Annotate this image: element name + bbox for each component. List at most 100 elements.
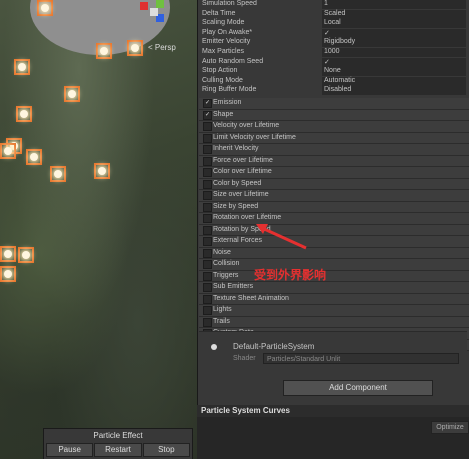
perspective-label[interactable]: < Persp [148,43,176,52]
light-icon[interactable] [18,247,34,263]
property-row: Ring Buffer Mode Disabled [200,86,466,96]
module-checkbox[interactable] [203,225,212,235]
add-component-button[interactable]: Add Component [283,380,433,396]
module-row[interactable]: Force over Lifetime [199,155,469,167]
module-checkbox[interactable] [203,214,212,223]
module-row[interactable]: Color by Speed [199,178,469,190]
light-icon[interactable] [26,149,42,165]
property-label: Culling Mode [202,76,243,84]
property-value[interactable]: Scaled [322,9,466,19]
property-value[interactable]: ✓ [322,57,466,67]
module-checkbox[interactable] [203,306,212,315]
module-checkbox[interactable]: ✓ [203,99,212,108]
property-value[interactable]: Local [322,19,466,29]
property-value[interactable]: 1000 [322,48,466,57]
property-row: Play On Awake* ✓ [200,28,466,38]
light-icon[interactable] [94,163,110,179]
module-checkbox[interactable] [203,191,212,200]
particle-effect-title: Particle Effect [93,431,143,440]
module-checkbox[interactable] [203,202,212,212]
axis-gizmo[interactable] [140,0,180,30]
module-checkbox[interactable]: ✓ [203,110,212,120]
light-icon[interactable] [0,143,16,159]
property-value[interactable]: 1 [322,0,466,9]
light-icon[interactable] [37,0,53,16]
module-checkbox[interactable] [203,156,212,166]
center-axis-icon[interactable] [150,8,158,16]
module-checkbox[interactable] [203,283,212,292]
module-row[interactable]: Velocity over Lifetime [199,121,469,133]
module-row[interactable]: Size over Lifetime [199,190,469,202]
restart-button[interactable]: Restart [94,443,142,457]
x-axis-icon[interactable] [140,2,148,10]
shader-dropdown[interactable]: Particles/Standard Unlit [263,353,459,364]
property-value[interactable]: Rigidbody [322,38,466,48]
module-row[interactable]: External Forces [199,236,469,248]
module-row[interactable]: Limit Velocity over Lifetime [199,132,469,144]
module-label: Noise [213,248,231,256]
property-value[interactable]: Disabled [322,86,466,96]
module-label: Lights [213,306,232,313]
module-checkbox[interactable] [203,237,212,246]
module-checkbox[interactable] [203,260,212,269]
curves-area[interactable] [197,417,469,459]
module-checkbox[interactable] [203,317,212,327]
module-row[interactable]: Sub Emitters [199,282,469,294]
module-row[interactable]: Rotation over Lifetime [199,213,469,225]
module-checkbox[interactable] [203,294,212,304]
pause-button[interactable]: Pause [46,443,94,457]
light-icon[interactable] [64,86,80,102]
module-row[interactable]: Triggers [199,270,469,282]
module-checkbox[interactable] [203,133,212,143]
module-row[interactable]: Collision [199,259,469,271]
module-checkbox[interactable] [203,271,212,281]
module-row[interactable]: Noise [199,247,469,259]
property-value[interactable]: ✓ [322,28,466,38]
property-label: Scaling Mode [202,19,245,27]
property-label: Delta Time [202,9,236,17]
shader-label: Shader [233,355,256,362]
property-label: Auto Random Seed [202,57,264,65]
property-label: Simulation Speed [202,0,257,7]
property-label: Max Particles [202,48,245,55]
light-icon[interactable] [0,246,16,262]
module-checkbox[interactable] [203,179,212,189]
module-label: Emission [213,99,242,106]
module-label: Shape [213,110,234,118]
curves-header[interactable]: Particle System Curves [197,405,469,417]
scene-view[interactable]: < Persp Particle Effect Pause Restart St… [0,0,197,459]
light-icon[interactable] [0,266,16,282]
optimize-button[interactable]: Optimize [431,421,469,434]
module-row[interactable]: Texture Sheet Animation [199,293,469,305]
module-label: Limit Velocity over Lifetime [213,133,296,141]
stop-button[interactable]: Stop [142,443,190,457]
module-checkbox[interactable] [203,168,212,177]
light-icon[interactable] [127,40,143,56]
light-icon[interactable] [16,106,32,122]
module-label: Inherit Velocity [213,145,259,152]
module-list: ✓ Emission ✓ Shape Velocity over Lifetime Lim… [199,98,469,351]
module-checkbox[interactable] [203,248,212,258]
light-icon[interactable] [96,43,112,59]
module-row[interactable]: Inherit Velocity [199,144,469,156]
module-row[interactable]: Lights [199,305,469,317]
module-checkbox[interactable] [203,122,212,131]
module-row[interactable]: ✓ Shape [199,109,469,121]
y-axis-icon[interactable] [156,0,164,8]
property-row: Simulation Speed 1 [200,0,466,9]
light-icon[interactable] [14,59,30,75]
module-checkbox[interactable] [203,145,212,154]
module-row[interactable]: Size by Speed [199,201,469,213]
property-value[interactable]: Automatic [322,76,466,86]
module-row[interactable]: ✓ Emission [199,98,469,110]
module-label: Collision [213,260,240,267]
module-row[interactable]: Trails [199,316,469,328]
module-row[interactable]: Color over Lifetime [199,167,469,179]
property-value[interactable]: None [322,67,466,77]
material-sphere-icon [211,344,217,350]
light-icon[interactable] [50,166,66,182]
module-label: Color by Speed [213,179,262,187]
module-row[interactable]: Rotation by Speed [199,224,469,236]
module-label: Rotation over Lifetime [213,214,282,221]
property-row: Stop Action None [200,67,466,77]
